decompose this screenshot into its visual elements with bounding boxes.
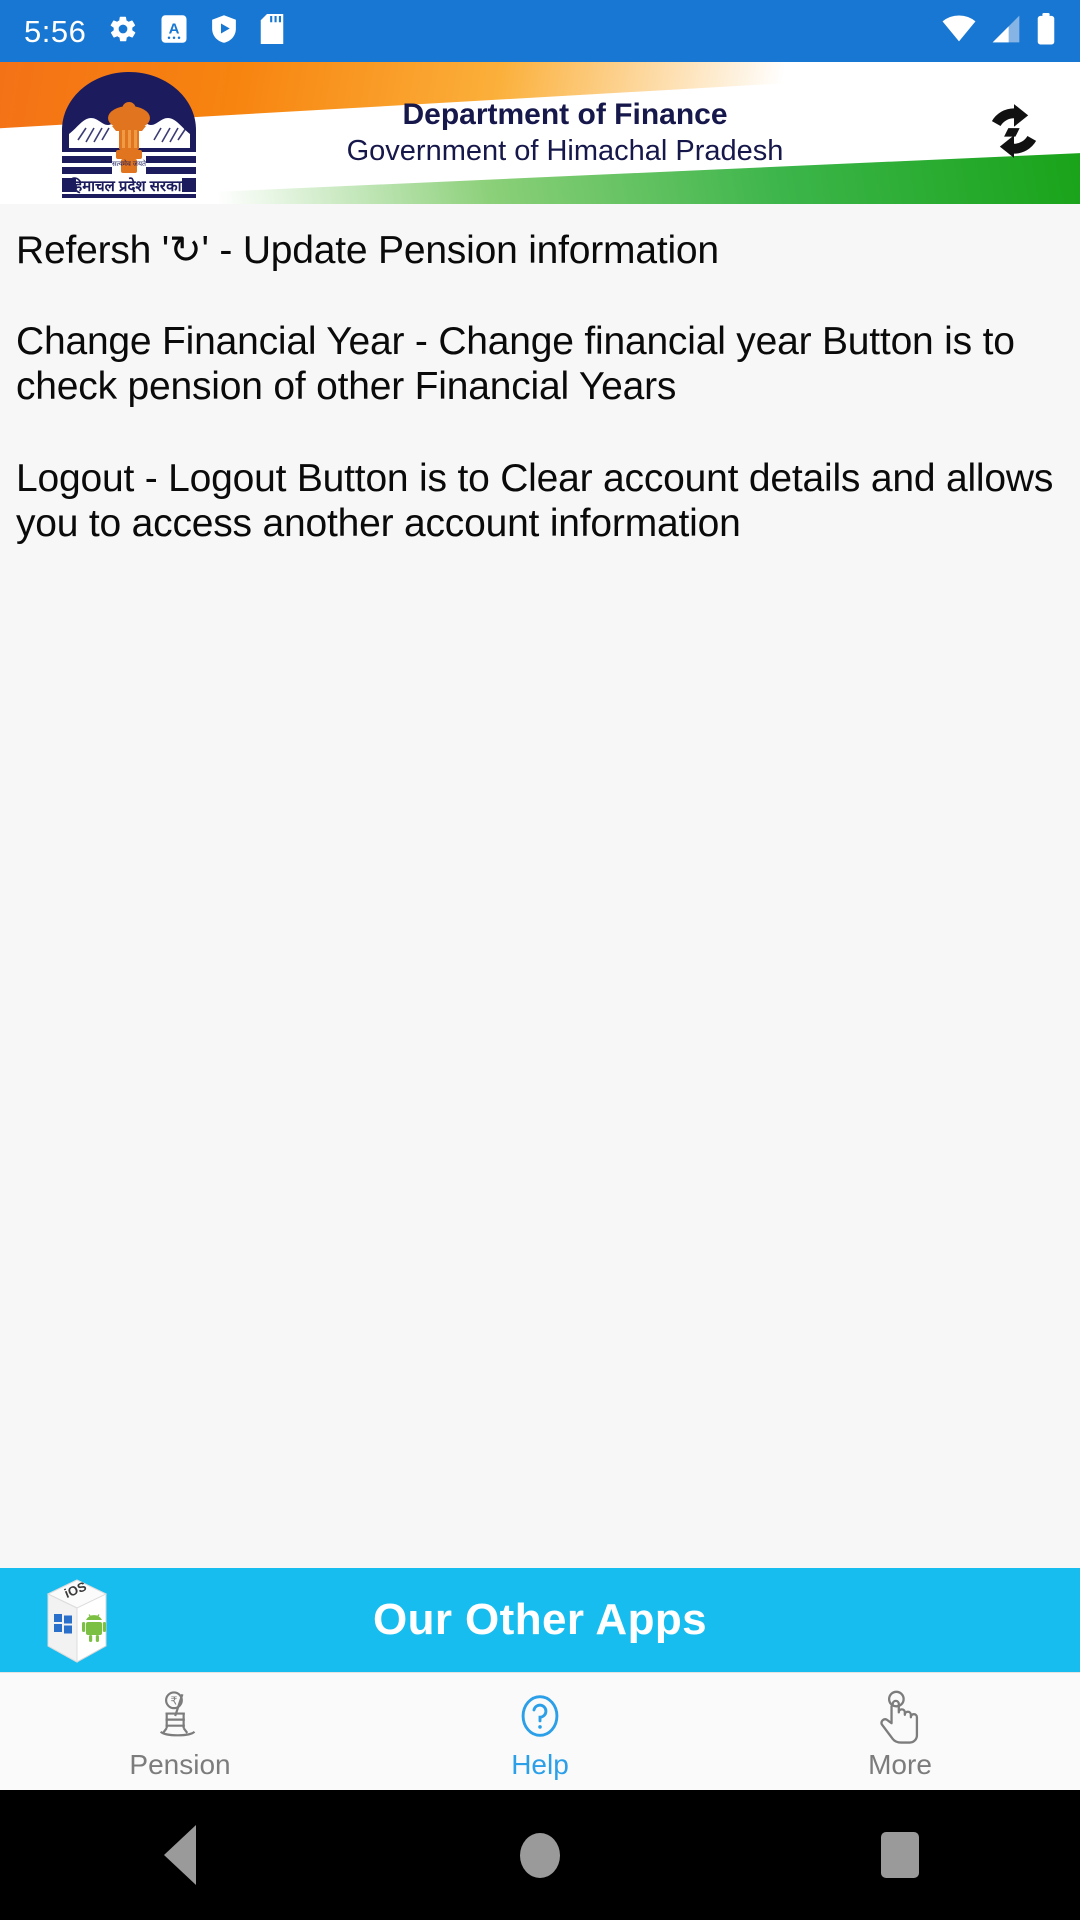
battery-icon [1036, 12, 1056, 50]
translate-a-icon: A [160, 14, 188, 49]
app-header: सत्यमेव जयते हिमाचल प्रदेश सरकार Departm… [0, 62, 1080, 204]
wifi-icon [942, 14, 976, 49]
svg-text:हिमाचल प्रदेश सरकार: हिमाचल प्रदेश सरकार [69, 177, 188, 195]
our-other-apps-banner[interactable]: iOS Our Other Apps [0, 1568, 1080, 1672]
help-content: Refersh '↻' - Update Pension information… [0, 204, 1080, 1568]
tab-pension[interactable]: ₹ Pension [0, 1673, 360, 1790]
android-navigation-bar [0, 1790, 1080, 1920]
government-subtitle: Government of Himachal Pradesh [346, 134, 784, 167]
cellular-signal-icon [990, 14, 1022, 49]
status-bar-left: 5:56 A [24, 13, 284, 49]
status-bar-clock: 5:56 [24, 13, 87, 49]
tab-help[interactable]: Help [360, 1673, 720, 1790]
tab-help-label: Help [511, 1748, 569, 1780]
home-circle-icon[interactable] [480, 1790, 600, 1920]
help-paragraph-refresh: Refersh '↻' - Update Pension information [16, 229, 719, 272]
tab-more-label: More [868, 1748, 932, 1780]
sd-card-icon [260, 13, 284, 49]
help-paragraph-change-financial-year: Change Financial Year - Change financial… [16, 320, 1015, 409]
back-triangle-icon[interactable] [120, 1790, 240, 1920]
tab-pension-label: Pension [129, 1748, 231, 1780]
header-row: सत्यमेव जयते हिमाचल प्रदेश सरकार Departm… [0, 62, 1080, 204]
bottom-tab-bar: ₹ Pension Help More [0, 1672, 1080, 1790]
himachal-pradesh-emblem-icon: सत्यमेव जयते हिमाचल प्रदेश सरकार [34, 64, 224, 202]
gear-icon [108, 14, 138, 49]
status-bar-right [942, 12, 1056, 50]
phone-screen: 5:56 A सत्यमेव जयते हिमाचल प्रदेश सरकार … [0, 0, 1080, 1920]
refresh-button[interactable] [966, 97, 1062, 170]
our-other-apps-label: Our Other Apps [373, 1595, 707, 1644]
refresh-sync-icon [980, 97, 1048, 170]
question-circle-icon [511, 1685, 569, 1747]
tab-more[interactable]: More [720, 1673, 1080, 1790]
hand-tap-icon [871, 1685, 929, 1747]
play-protect-shield-icon [210, 14, 238, 49]
svg-text:₹: ₹ [170, 1695, 177, 1707]
status-bar: 5:56 A [0, 0, 1080, 62]
help-paragraph-logout: Logout - Logout Button is to Clear accou… [16, 456, 1054, 545]
rupee-rocking-chair-icon: ₹ [151, 1685, 209, 1747]
svg-text:सत्यमेव जयते: सत्यमेव जयते [112, 159, 147, 168]
recents-square-icon[interactable] [840, 1790, 960, 1920]
svg-text:A: A [169, 20, 180, 37]
header-titles: Department of Finance Government of Hima… [224, 97, 966, 169]
department-title: Department of Finance [402, 98, 728, 132]
